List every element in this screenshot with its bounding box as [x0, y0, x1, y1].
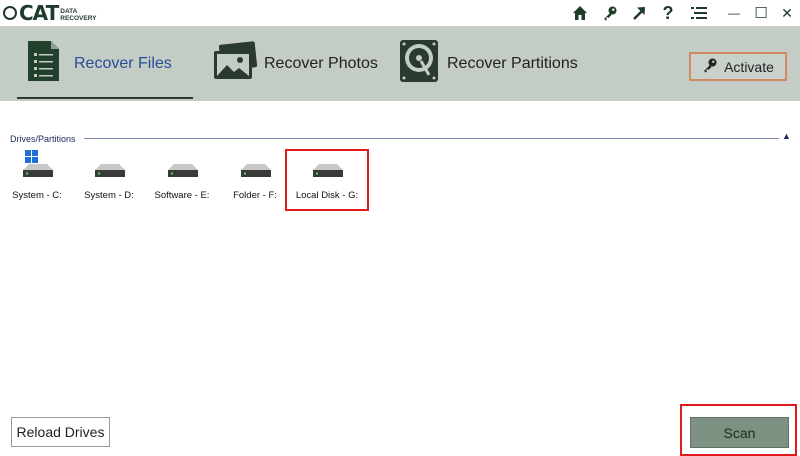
drive-icon [238, 150, 272, 178]
menu-icon[interactable] [688, 2, 710, 24]
tab-recover-partitions[interactable]: Recover Partitions [399, 26, 578, 101]
activate-button[interactable]: Activate [689, 52, 787, 81]
tab-label: Recover Photos [264, 54, 378, 72]
logo-sub-1: DATA [60, 7, 78, 15]
logo-sub-2: RECOVERY [60, 14, 97, 22]
hard-disk-icon [399, 39, 439, 88]
drive-label: Folder - F: [233, 190, 277, 201]
minimize-button[interactable]: — [723, 2, 745, 24]
app-logo: CAT DATA RECOVERY [3, 2, 97, 24]
selected-drive-highlight [285, 149, 369, 211]
logo-mark-icon [3, 6, 17, 20]
activate-label: Activate [724, 58, 774, 75]
drive-item-c[interactable]: System - C: [10, 150, 64, 208]
scan-button[interactable]: Scan [690, 417, 789, 448]
drive-icon [92, 150, 126, 178]
drive-item-e[interactable]: Software - E: [151, 150, 213, 208]
logo-main-text: CAT [19, 1, 59, 25]
photos-icon [212, 41, 258, 86]
drive-label: System - D: [84, 190, 134, 201]
collapse-section-button[interactable]: ▲ [782, 131, 794, 141]
help-glyph: ? [662, 2, 674, 23]
title-bar: CAT DATA RECOVERY ? — ☐ ✕ [0, 0, 800, 26]
help-icon[interactable]: ? [657, 2, 679, 24]
maximize-button[interactable]: ☐ [750, 2, 772, 24]
reload-drives-button[interactable]: Reload Drives [11, 417, 110, 447]
drive-item-d[interactable]: System - D: [81, 150, 137, 208]
tab-label: Recover Partitions [447, 54, 578, 72]
drive-icon [165, 150, 199, 178]
drive-item-f[interactable]: Folder - F: [229, 150, 281, 208]
drive-label: System - C: [12, 190, 62, 201]
document-icon [27, 40, 60, 87]
section-title: Drives/Partitions [10, 134, 76, 144]
tab-recover-photos[interactable]: Recover Photos [212, 26, 378, 101]
active-tab-indicator [17, 97, 193, 99]
section-divider [84, 138, 779, 139]
close-button[interactable]: ✕ [776, 2, 798, 24]
tab-recover-files[interactable]: Recover Files [27, 26, 172, 101]
home-icon[interactable] [569, 2, 591, 24]
arrow-up-right-icon[interactable] [628, 2, 650, 24]
key-icon[interactable] [599, 2, 621, 24]
app-window: CAT DATA RECOVERY ? — ☐ ✕ Recover Files … [0, 0, 800, 456]
tab-label: Recover Files [74, 54, 172, 72]
drive-icon [20, 150, 54, 178]
logo-sub-text: DATA RECOVERY [60, 8, 96, 22]
ribbon-toolbar: Recover Files Recover Photos Recover Par… [0, 26, 800, 101]
drive-label: Software - E: [154, 190, 210, 201]
key-icon [702, 57, 718, 76]
